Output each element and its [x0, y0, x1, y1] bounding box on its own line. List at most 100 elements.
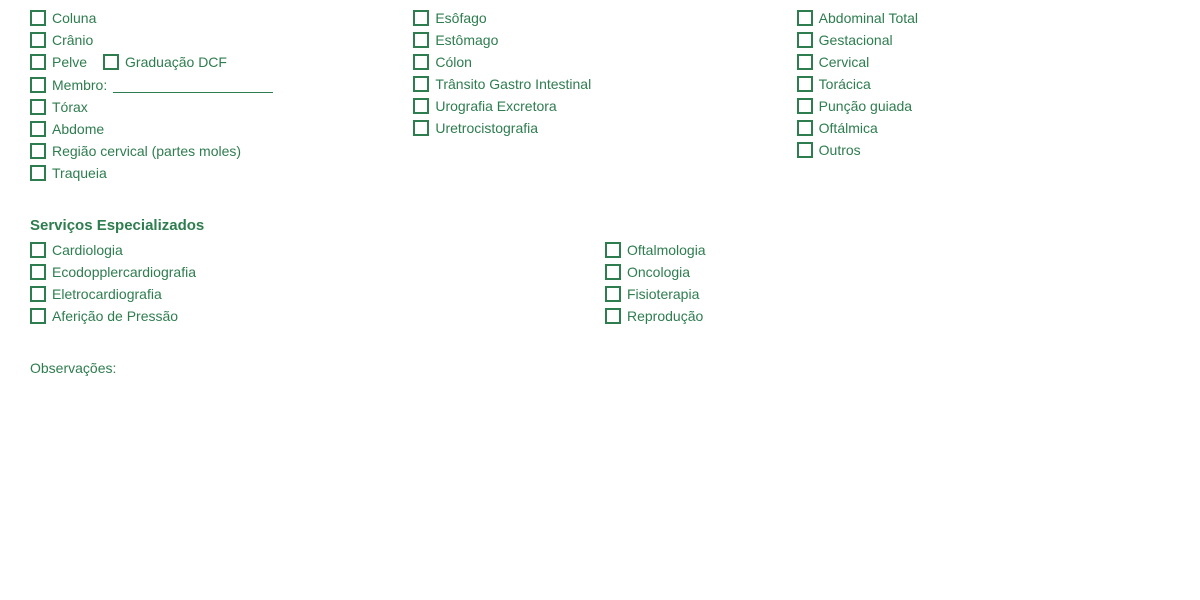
checkbox-outros[interactable]	[797, 142, 813, 158]
label-outros: Outros	[819, 142, 861, 158]
label-torax: Tórax	[52, 99, 88, 115]
list-item: Coluna	[30, 10, 403, 26]
list-item: Gestacional	[797, 32, 1170, 48]
checkbox-afeicao-pressao[interactable]	[30, 308, 46, 324]
label-reproducao: Reprodução	[627, 308, 703, 324]
label-urografia: Urografia Excretora	[435, 98, 556, 114]
list-item: Oftalmologia	[605, 242, 1170, 258]
label-afeicao-pressao: Aferição de Pressão	[52, 308, 178, 324]
checkbox-transito-gastro[interactable]	[413, 76, 429, 92]
list-item: Outros	[797, 142, 1170, 158]
checkbox-membro[interactable]	[30, 77, 46, 93]
label-gestacional: Gestacional	[819, 32, 893, 48]
label-colon: Cólon	[435, 54, 472, 70]
col2-items: Esôfago Estômago Cólon Trânsito Gastro I…	[413, 10, 786, 187]
label-regiao-cervical: Região cervical (partes moles)	[52, 143, 241, 159]
list-item: Cardiologia	[30, 242, 595, 258]
checkbox-ecocardiografia[interactable]	[30, 264, 46, 280]
checkbox-esofago[interactable]	[413, 10, 429, 26]
label-ecocardiografia: Ecodopplercardiografia	[52, 264, 196, 280]
checkbox-cardiologia[interactable]	[30, 242, 46, 258]
observations-label: Observações:	[30, 360, 116, 376]
label-puncao-guiada: Punção guiada	[819, 98, 912, 114]
label-esofago: Esôfago	[435, 10, 486, 26]
services-section: Serviços Especializados Cardiologia Ecod…	[30, 217, 1170, 330]
label-estomago: Estômago	[435, 32, 498, 48]
list-item: Oftálmica	[797, 120, 1170, 136]
checkbox-graduacao-dcf[interactable]	[103, 54, 119, 70]
list-item: Uretrocistografia	[413, 120, 786, 136]
checkbox-colon[interactable]	[413, 54, 429, 70]
list-item: Abdome	[30, 121, 403, 137]
label-oncologia: Oncologia	[627, 264, 690, 280]
checkbox-regiao-cervical[interactable]	[30, 143, 46, 159]
label-cranio: Crânio	[52, 32, 93, 48]
list-item: Tórax	[30, 99, 403, 115]
checkbox-oftalmica[interactable]	[797, 120, 813, 136]
checkbox-toracica[interactable]	[797, 76, 813, 92]
list-item: Região cervical (partes moles)	[30, 143, 403, 159]
list-item: Oncologia	[605, 264, 1170, 280]
checkbox-abdominal-total[interactable]	[797, 10, 813, 26]
services-grid: Cardiologia Ecodopplercardiografia Eletr…	[30, 242, 1170, 330]
checkbox-abdome[interactable]	[30, 121, 46, 137]
checkbox-puncao-guiada[interactable]	[797, 98, 813, 114]
label-cervical: Cervical	[819, 54, 870, 70]
checkbox-cervical[interactable]	[797, 54, 813, 70]
list-item: Cervical	[797, 54, 1170, 70]
services-title: Serviços Especializados	[30, 217, 1170, 234]
checkbox-uretrocisto[interactable]	[413, 120, 429, 136]
label-graduacao-dcf: Graduação DCF	[125, 54, 227, 70]
label-cardiologia: Cardiologia	[52, 242, 123, 258]
checkbox-gestacional[interactable]	[797, 32, 813, 48]
label-toracica: Torácica	[819, 76, 871, 92]
label-transito-gastro: Trânsito Gastro Intestinal	[435, 76, 591, 92]
label-abdome: Abdome	[52, 121, 104, 137]
list-item: Crânio	[30, 32, 403, 48]
label-fisioterapia: Fisioterapia	[627, 286, 699, 302]
label-membro: Membro:	[52, 77, 107, 93]
label-abdominal-total: Abdominal Total	[819, 10, 918, 26]
checkbox-fisioterapia[interactable]	[605, 286, 621, 302]
list-item: Fisioterapia	[605, 286, 1170, 302]
list-item: Esôfago	[413, 10, 786, 26]
list-item: Ecodopplercardiografia	[30, 264, 595, 280]
checkbox-coluna[interactable]	[30, 10, 46, 26]
checkbox-estomago[interactable]	[413, 32, 429, 48]
checkbox-traqueia[interactable]	[30, 165, 46, 181]
observations-section: Observações:	[30, 360, 1170, 376]
list-item: Cólon	[413, 54, 786, 70]
label-traqueia: Traqueia	[52, 165, 107, 181]
checkbox-cranio[interactable]	[30, 32, 46, 48]
services-col1: Cardiologia Ecodopplercardiografia Eletr…	[30, 242, 595, 330]
checkbox-oncologia[interactable]	[605, 264, 621, 280]
list-item: Abdominal Total	[797, 10, 1170, 26]
col3-items: Abdominal Total Gestacional Cervical Tor…	[797, 10, 1170, 187]
services-col2: Oftalmologia Oncologia Fisioterapia Repr…	[605, 242, 1170, 330]
list-item: Aferição de Pressão	[30, 308, 595, 324]
label-pelve: Pelve	[52, 54, 87, 70]
list-item: Eletrocardiografia	[30, 286, 595, 302]
label-oftalmica: Oftálmica	[819, 120, 878, 136]
list-item: Punção guiada	[797, 98, 1170, 114]
checkbox-oftalmologia[interactable]	[605, 242, 621, 258]
list-item: Traqueia	[30, 165, 403, 181]
checkbox-torax[interactable]	[30, 99, 46, 115]
label-uretrocisto: Uretrocistografia	[435, 120, 538, 136]
list-item: Membro:	[30, 76, 403, 93]
list-item: Reprodução	[605, 308, 1170, 324]
checkbox-reproducao[interactable]	[605, 308, 621, 324]
list-item: Torácica	[797, 76, 1170, 92]
checkbox-urografia[interactable]	[413, 98, 429, 114]
label-oftalmologia: Oftalmologia	[627, 242, 706, 258]
label-coluna: Coluna	[52, 10, 96, 26]
list-item: Estômago	[413, 32, 786, 48]
list-item: Urografia Excretora	[413, 98, 786, 114]
label-eletrocardiografia: Eletrocardiografia	[52, 286, 162, 302]
checkbox-pelve[interactable]	[30, 54, 46, 70]
checkbox-eletrocardiografia[interactable]	[30, 286, 46, 302]
col1-items: Coluna Crânio Pelve Graduação DCF Membro…	[30, 10, 403, 187]
pelve-row: Pelve Graduação DCF	[30, 54, 403, 70]
membro-input[interactable]	[113, 76, 273, 93]
list-item: Trânsito Gastro Intestinal	[413, 76, 786, 92]
